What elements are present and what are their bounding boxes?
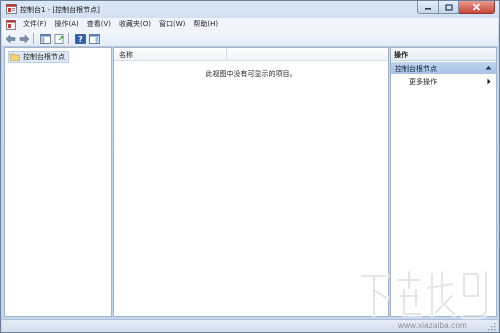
help-button[interactable]: ? [74, 33, 86, 45]
actions-header: 操作 [391, 48, 496, 61]
window-controls [417, 1, 495, 14]
close-button[interactable] [459, 1, 495, 14]
minimize-icon [425, 8, 431, 10]
console-menu-icon[interactable] [6, 19, 16, 30]
empty-view-message: 此视图中没有可显示的项目。 [205, 70, 297, 78]
close-icon [472, 3, 481, 11]
toolbar-separator [33, 33, 34, 44]
more-actions-label: 更多操作 [409, 78, 437, 86]
forward-arrow-icon [19, 33, 29, 44]
help-icon: ? [74, 33, 86, 44]
show-hide-action-pane-button[interactable] [88, 33, 100, 45]
collapse-caret-icon [485, 66, 492, 70]
watermark-url: www.xiazaiba.com [398, 321, 468, 330]
actions-header-label: 操作 [394, 51, 408, 59]
menu-view[interactable]: 查看(V) [83, 18, 115, 31]
maximize-icon [444, 3, 453, 11]
menu-favorites[interactable]: 收藏夹(O) [115, 18, 155, 31]
column-header-name[interactable]: 名称 [114, 48, 227, 60]
minimize-button[interactable] [417, 1, 439, 14]
show-hide-tree-button[interactable] [39, 33, 51, 45]
window-title: 控制台1 - [控制台根节点] [20, 6, 100, 14]
show-hide-action-pane-icon [88, 33, 100, 44]
list-column-header: 名称 [114, 48, 388, 61]
forward-button[interactable] [18, 33, 30, 45]
submenu-arrow-icon [487, 78, 491, 85]
toolbar-separator [68, 33, 69, 44]
svg-text:?: ? [78, 35, 83, 44]
back-arrow-icon [5, 33, 15, 44]
result-pane[interactable]: 名称 此视图中没有可显示的项目。 [113, 47, 389, 317]
mmc-app-icon[interactable] [6, 4, 17, 14]
menu-bar: 文件(F) 操作(A) 查看(V) 收藏夹(O) 窗口(W) 帮助(H) [2, 18, 498, 31]
maximize-button[interactable] [439, 1, 459, 14]
title-bar[interactable]: 控制台1 - [控制台根节点] [1, 1, 499, 18]
actions-section-console-root[interactable]: 控制台根节点 [391, 62, 496, 74]
tree-item-label: 控制台根节点 [23, 53, 65, 61]
column-header-name-label: 名称 [119, 51, 133, 59]
menu-file[interactable]: 文件(F) [19, 18, 51, 31]
menu-help[interactable]: 帮助(H) [189, 18, 222, 31]
folder-icon [10, 53, 20, 61]
resize-grip-icon[interactable] [488, 323, 496, 331]
actions-section-label: 控制台根节点 [395, 65, 437, 73]
export-list-icon [54, 33, 64, 44]
export-list-button[interactable] [53, 33, 65, 45]
console-tree-pane[interactable]: 控制台根节点 [4, 47, 112, 317]
menu-action[interactable]: 操作(A) [51, 18, 83, 31]
back-button[interactable] [4, 33, 16, 45]
action-more-actions[interactable]: 更多操作 [391, 76, 496, 87]
menu-window[interactable]: 窗口(W) [155, 18, 189, 31]
toolbar: ? [2, 31, 498, 47]
download-site-watermark-logo [358, 268, 490, 320]
tree-item-console-root[interactable]: 控制台根节点 [8, 51, 69, 63]
show-hide-tree-icon [39, 33, 51, 44]
